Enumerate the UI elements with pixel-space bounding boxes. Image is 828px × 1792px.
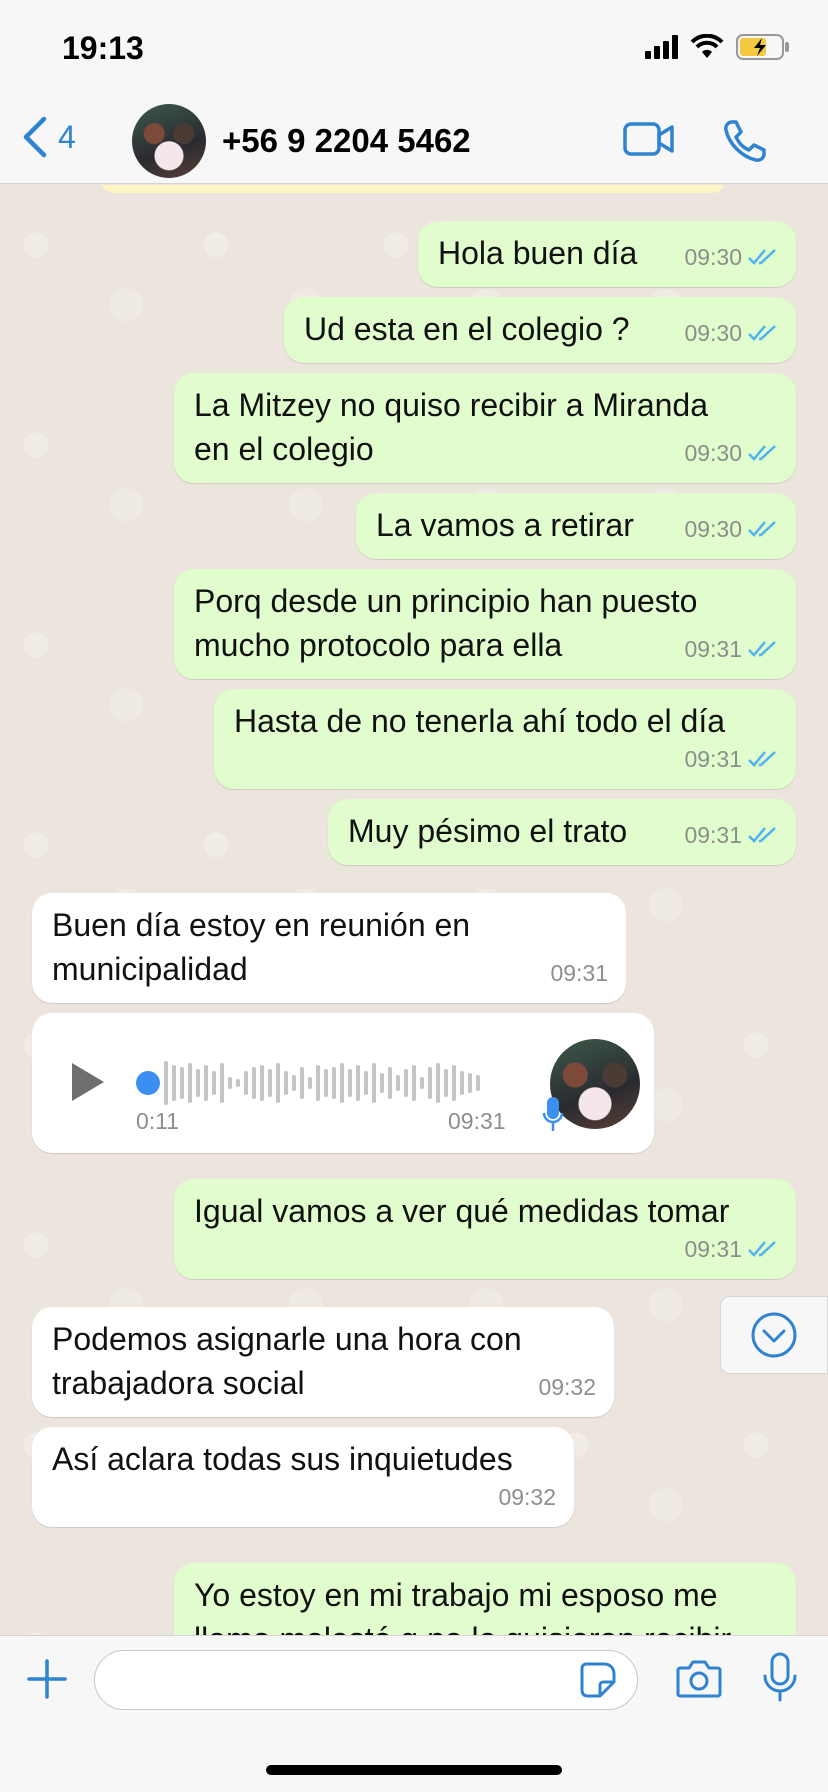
- read-ticks-icon: [748, 1241, 776, 1257]
- message-text-line: Buen día estoy en reunión en: [52, 907, 471, 943]
- voice-duration: 0:11: [136, 1108, 180, 1134]
- message-time: 09:31: [550, 960, 608, 986]
- message-time: 09:31: [448, 1108, 506, 1134]
- message-text-line: llamo molestó q no le quisieron recibir: [194, 1617, 776, 1635]
- message-text: Hola buen día: [438, 235, 638, 271]
- chat-header: 4 +56 9 2204 5462: [0, 100, 828, 184]
- message-text-line: municipalidad: [52, 951, 248, 987]
- message-outgoing[interactable]: La Mitzey no quiso recibir a Miranda en …: [174, 373, 796, 483]
- read-ticks-icon: [748, 827, 776, 843]
- chat-area[interactable]: Hola buen día 09:30 Ud esta en el colegi…: [0, 185, 828, 1635]
- camera-icon[interactable]: [676, 1658, 722, 1698]
- read-ticks-icon: [748, 249, 776, 265]
- read-ticks-icon: [748, 641, 776, 657]
- message-text: Muy pésimo el trato: [348, 813, 628, 849]
- message-outgoing[interactable]: La vamos a retirar 09:30: [356, 493, 796, 559]
- plus-icon[interactable]: [26, 1658, 68, 1700]
- message-incoming[interactable]: Podemos asignarle una hora con trabajado…: [32, 1307, 614, 1417]
- message-outgoing[interactable]: Ud esta en el colegio ? 09:30: [284, 297, 796, 363]
- message-outgoing[interactable]: Porq desde un principio han puesto mucho…: [174, 569, 796, 679]
- message-time: 09:31: [684, 822, 742, 848]
- message-time: 09:31: [684, 1236, 742, 1262]
- read-ticks-icon: [748, 521, 776, 537]
- phone-icon[interactable]: [722, 118, 768, 164]
- wifi-icon: [690, 34, 724, 58]
- video-call-icon[interactable]: [622, 118, 676, 160]
- message-time: 09:31: [684, 746, 742, 772]
- play-icon[interactable]: [72, 1063, 104, 1101]
- message-time: 09:32: [498, 1484, 556, 1510]
- status-icons: [645, 34, 790, 60]
- message-text: Así aclara todas sus inquietudes: [52, 1441, 513, 1477]
- read-ticks-icon: [748, 325, 776, 341]
- read-ticks-icon: [748, 445, 776, 461]
- message-incoming[interactable]: Así aclara todas sus inquietudes 09:32: [32, 1427, 574, 1527]
- message-text-line: Podemos asignarle una hora con: [52, 1321, 522, 1357]
- chevron-down-icon: [751, 1312, 797, 1358]
- message-incoming[interactable]: Buen día estoy en reunión en municipalid…: [32, 893, 626, 1003]
- status-bar: 19:13: [0, 0, 828, 100]
- message-outgoing[interactable]: Muy pésimo el trato 09:31: [328, 799, 796, 865]
- message-text: Ud esta en el colegio ?: [304, 311, 630, 347]
- message-time: 09:30: [684, 320, 742, 346]
- message-time: 09:31: [684, 636, 742, 662]
- message-text: Igual vamos a ver qué medidas tomar: [194, 1193, 730, 1229]
- read-ticks-icon: [748, 751, 776, 767]
- playback-scrubber[interactable]: [136, 1071, 160, 1095]
- message-time: 09:32: [538, 1374, 596, 1400]
- message-text-line: Yo estoy en mi trabajo mi esposo me: [194, 1577, 718, 1613]
- message-time: 09:30: [684, 516, 742, 542]
- scroll-down-button[interactable]: [720, 1296, 828, 1374]
- message-text-line: trabajadora social: [52, 1365, 305, 1401]
- contact-avatar[interactable]: [132, 104, 206, 178]
- signal-icon: [645, 35, 678, 59]
- status-time: 19:13: [62, 30, 144, 66]
- battery-icon: [736, 34, 789, 60]
- message-text-line: Porq desde un principio han puesto: [194, 583, 698, 619]
- message-outgoing[interactable]: Hola buen día 09:30: [418, 221, 796, 287]
- message-input[interactable]: [94, 1650, 638, 1710]
- message-text: Hasta de no tenerla ahí todo el día: [234, 703, 726, 739]
- previous-message-edge: [100, 185, 726, 193]
- back-chevron-icon: [23, 116, 47, 158]
- contact-name[interactable]: +56 9 2204 5462: [222, 122, 471, 160]
- voice-message[interactable]: 0:11 09:31: [32, 1013, 654, 1153]
- microphone-icon: [542, 1097, 564, 1131]
- message-time: 09:30: [684, 244, 742, 270]
- message-outgoing[interactable]: Igual vamos a ver qué medidas tomar 09:3…: [174, 1179, 796, 1279]
- message-text-line: La Mitzey no quiso recibir a Miranda: [194, 387, 709, 423]
- sticker-icon[interactable]: [580, 1662, 616, 1698]
- home-indicator: [266, 1765, 562, 1775]
- message-time: 09:30: [684, 440, 742, 466]
- microphone-icon[interactable]: [762, 1652, 798, 1704]
- message-outgoing[interactable]: Yo estoy en mi trabajo mi esposo me llam…: [174, 1563, 796, 1635]
- message-text: La vamos a retirar: [376, 507, 634, 543]
- message-outgoing[interactable]: Hasta de no tenerla ahí todo el día 09:3…: [214, 689, 796, 789]
- unread-count: 4: [58, 118, 76, 155]
- back-button[interactable]: 4: [22, 116, 76, 158]
